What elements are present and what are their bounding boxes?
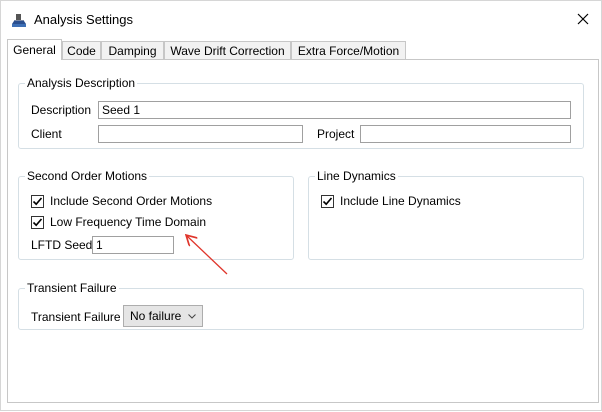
transient-failure-group: Transient Failure Transient Failure No f… (18, 282, 584, 330)
checkmark-icon (322, 196, 333, 205)
group-title: Line Dynamics (317, 169, 396, 183)
app-icon (12, 14, 26, 27)
tab-code[interactable]: Code (62, 41, 101, 60)
tab-general[interactable]: General (7, 39, 62, 60)
checkmark-icon (32, 217, 43, 226)
checkbox-label: Include Line Dynamics (340, 194, 461, 208)
tab-damping[interactable]: Damping (101, 41, 164, 60)
project-label: Project (317, 127, 355, 141)
tab-strip: General Code Damping Wave Drift Correcti… (7, 39, 601, 60)
checkbox-label: Include Second Order Motions (50, 194, 213, 208)
client-label: Client (31, 127, 62, 141)
checkmark-icon (32, 196, 43, 205)
include-line-dynamics-checkbox[interactable]: Include Line Dynamics (321, 194, 461, 208)
chevron-down-icon (188, 313, 197, 319)
tab-label: Extra Force/Motion (297, 44, 400, 58)
tab-label: Code (67, 44, 96, 58)
description-field[interactable] (98, 101, 571, 119)
close-button[interactable] (567, 7, 599, 31)
checkbox-box (31, 215, 44, 229)
checkbox-label: Low Frequency Time Domain (50, 215, 207, 229)
checkbox-box (321, 194, 334, 208)
group-title: Transient Failure (27, 281, 117, 295)
tab-wave-drift-correction[interactable]: Wave Drift Correction (164, 41, 291, 60)
lftd-seed-label: LFTD Seed (31, 238, 93, 252)
transient-failure-select[interactable]: No failure (123, 305, 204, 327)
tab-label: Damping (108, 44, 157, 58)
include-second-order-checkbox[interactable]: Include Second Order Motions (31, 194, 212, 208)
checkbox-box (31, 194, 44, 208)
transient-failure-label: Transient Failure (31, 310, 121, 324)
general-tab-panel: Analysis Description Description Client … (7, 59, 599, 403)
group-title: Second Order Motions (27, 169, 148, 183)
analysis-description-group: Analysis Description Description Client … (18, 77, 584, 149)
second-order-motions-group: Second Order Motions Include Second Orde… (18, 170, 294, 260)
description-label: Description (31, 103, 92, 117)
group-title: Analysis Description (27, 76, 136, 90)
window-title: Analysis Settings (34, 12, 133, 27)
analysis-settings-window: Analysis Settings General Code Damping W… (0, 0, 602, 411)
selected-value: No failure (130, 309, 182, 323)
client-field[interactable] (98, 125, 303, 143)
low-frequency-time-domain-checkbox[interactable]: Low Frequency Time Domain (31, 215, 206, 229)
project-field[interactable] (360, 125, 571, 143)
close-icon (577, 13, 589, 25)
lftd-seed-field[interactable] (92, 236, 174, 254)
tab-extra-force-motion[interactable]: Extra Force/Motion (291, 41, 406, 60)
line-dynamics-group: Line Dynamics Include Line Dynamics (308, 170, 584, 260)
title-bar: Analysis Settings (1, 1, 601, 35)
tab-label: Wave Drift Correction (170, 44, 285, 58)
tab-label: General (13, 43, 56, 57)
